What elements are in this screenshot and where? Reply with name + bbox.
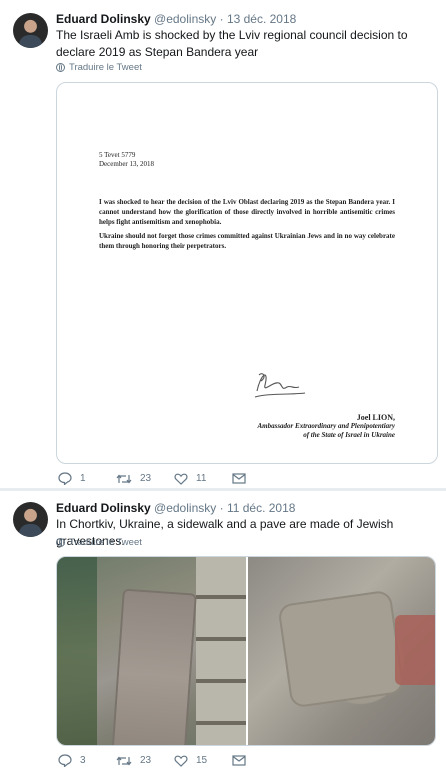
letter-date-gregorian: December 13, 2018 [99,160,155,168]
letter-paragraph: I was shocked to hear the decision of th… [99,198,395,226]
reply-count: 3 [80,755,86,766]
letter-date-hebrew: 5 Tevet 5779 [99,151,136,159]
tweet-header: Eduard Dolinsky @edolinsky · 13 déc. 201… [56,12,296,26]
signature-scribble [254,373,306,398]
tweet-card[interactable]: Eduard Dolinsky @edolinsky · 13 déc. 201… [0,0,446,488]
gravestone-slab [279,591,403,707]
letter-body: I was shocked to hear the decision of th… [99,197,395,251]
reply-icon [58,472,72,485]
tweet-actions: 3 23 15 [58,754,282,767]
signer-title: of the State of Israel in Ukraine [303,431,395,439]
translate-tweet-link[interactable]: Traduire le Tweet [56,62,142,73]
separator: · [219,12,224,26]
translate-tweet-link[interactable]: Traduire le Tweet [56,537,142,548]
tweet-date[interactable]: 13 déc. 2018 [227,12,296,26]
letter-content: 5 Tevet 5779 December 13, 2018 I was sho… [99,151,395,439]
letter-paragraph: Ukraine should not forget those crimes c… [99,232,395,250]
paving-tiles [196,557,246,745]
photo-grid [56,556,436,746]
like-count: 15 [196,755,208,766]
like-count: 11 [196,473,207,484]
gravestone-photo-left[interactable] [57,557,248,745]
signer-name: Joel LION, [356,413,395,422]
globe-icon [56,538,65,547]
heart-icon [174,755,188,767]
signer-title: Ambassador Extraordinary and Plenipotent… [257,422,396,430]
author-name[interactable]: Eduard Dolinsky [56,501,151,515]
message-button[interactable] [232,755,282,766]
gravestone-slab [113,590,195,745]
letter-date: 5 Tevet 5779 December 13, 2018 [99,151,395,169]
avatar[interactable] [13,13,48,48]
author-name[interactable]: Eduard Dolinsky [56,12,151,26]
reply-button[interactable]: 3 [58,754,116,767]
translate-label: Traduire le Tweet [69,62,142,73]
like-button[interactable]: 15 [174,755,232,767]
reply-count: 1 [80,473,86,484]
avatar[interactable] [13,502,48,537]
message-button[interactable] [232,473,282,484]
letter-image[interactable]: 5 Tevet 5779 December 13, 2018 I was sho… [56,82,438,464]
tweet-actions: 1 23 11 [58,472,282,485]
retweet-count: 23 [140,755,152,766]
tweet-card[interactable]: Eduard Dolinsky @edolinsky · 11 déc. 201… [0,491,446,777]
separator: · [219,501,224,515]
reply-button[interactable]: 1 [58,472,116,485]
like-button[interactable]: 11 [174,473,232,485]
red-stone [395,615,435,685]
retweet-button[interactable]: 23 [116,473,174,485]
author-handle[interactable]: @edolinsky [154,501,216,515]
envelope-icon [232,473,246,484]
translate-label: Traduire le Tweet [69,537,142,548]
moss-edge [57,557,97,745]
tweet-text: The Israeli Amb is shocked by the Lviv r… [56,28,408,59]
author-handle[interactable]: @edolinsky [154,12,216,26]
retweet-button[interactable]: 23 [116,755,174,767]
gravestone-photo-right[interactable] [248,557,435,745]
reply-icon [58,754,72,767]
heart-icon [174,473,188,485]
retweet-count: 23 [140,473,152,484]
tweet-date[interactable]: 11 déc. 2018 [227,501,296,515]
globe-icon [56,63,65,72]
letter-signer: Joel LION, Ambassador Extraordinary and … [258,413,396,440]
retweet-icon [116,756,132,765]
tweet-header: Eduard Dolinsky @edolinsky · 11 déc. 201… [56,501,295,515]
envelope-icon [232,755,246,766]
retweet-icon [116,474,132,483]
